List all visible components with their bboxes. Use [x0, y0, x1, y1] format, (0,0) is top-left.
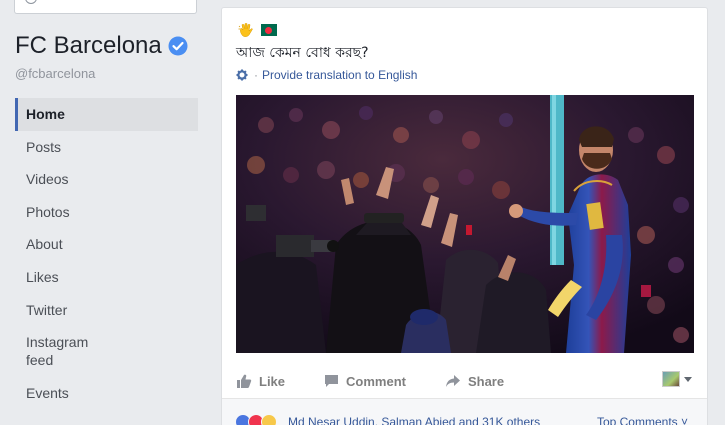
- wow-reaction-icon: [261, 414, 277, 425]
- nav-item-photos[interactable]: Photos: [15, 196, 198, 229]
- page-nav: Home Posts Videos Photos About Likes Twi…: [15, 98, 198, 410]
- avatar: [662, 371, 680, 387]
- translate-link[interactable]: Provide translation to English: [262, 68, 417, 82]
- translate-row: · Provide translation to English: [236, 68, 417, 82]
- camera-icon: [25, 0, 37, 4]
- translate-separator: ·: [254, 68, 258, 82]
- like-label: Like: [259, 373, 286, 389]
- nav-item-instagram-feed[interactable]: Instagram feed: [15, 326, 198, 377]
- verified-badge-icon: [168, 36, 188, 56]
- nav-item-twitter[interactable]: Twitter: [15, 294, 198, 327]
- nav-item-videos[interactable]: Videos: [15, 163, 198, 196]
- comment-button[interactable]: Comment: [324, 374, 406, 389]
- profile-picture-frame[interactable]: [14, 0, 197, 14]
- nav-item-events[interactable]: Events: [15, 377, 198, 410]
- post-photo[interactable]: [236, 95, 694, 353]
- share-button[interactable]: Share: [445, 374, 504, 389]
- reactions-bar: Md Nesar Uddin, Salman Abied and 31K oth…: [222, 398, 707, 425]
- page-handle[interactable]: @fcbarcelona: [15, 66, 95, 81]
- nav-item-about[interactable]: About: [15, 228, 198, 261]
- reactions-summary[interactable]: Md Nesar Uddin, Salman Abied and 31K oth…: [288, 415, 540, 425]
- nav-item-posts[interactable]: Posts: [15, 131, 198, 164]
- share-label: Share: [467, 373, 505, 389]
- reaction-icons[interactable]: [235, 414, 277, 425]
- nav-item-likes[interactable]: Likes: [15, 261, 198, 294]
- nav-item-instagram-label: Instagram feed: [26, 334, 89, 369]
- celebration-photo: [236, 95, 694, 353]
- thumbs-up-icon: [237, 374, 252, 388]
- like-button[interactable]: Like: [236, 373, 285, 389]
- post-as-selector[interactable]: [662, 371, 692, 387]
- share-icon: [445, 375, 460, 387]
- chevron-down-icon: [684, 376, 692, 382]
- left-column: FC Barcelona @fcbarcelona Home Posts Vid…: [0, 0, 210, 425]
- post-emoji-row: [238, 22, 277, 38]
- bangladesh-flag-icon: [261, 24, 277, 36]
- top-comments-dropdown[interactable]: Top Comments ˅: [597, 415, 688, 425]
- waving-hand-icon: [238, 23, 253, 37]
- post-actions: Like Comment Share: [236, 365, 694, 397]
- post-text: আজ কেমন বোধ করছ?: [236, 45, 369, 61]
- page-name-text: FC Barcelona: [15, 32, 162, 59]
- comment-label: Comment: [346, 373, 406, 389]
- comment-icon: [325, 375, 339, 387]
- nav-item-home[interactable]: Home: [15, 98, 198, 131]
- post-card: আজ কেমন বোধ করছ? · Provide translation t…: [221, 7, 708, 425]
- gear-icon[interactable]: [236, 69, 248, 81]
- page-title: FC Barcelona: [15, 32, 188, 60]
